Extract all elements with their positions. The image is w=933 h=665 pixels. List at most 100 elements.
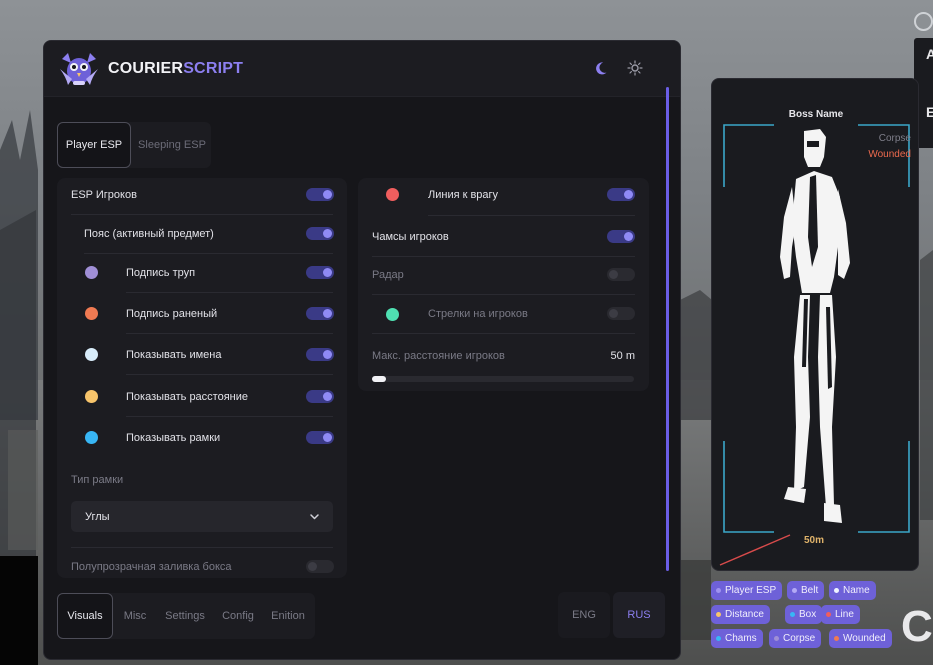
tab-sleeping-esp[interactable]: Sleeping ESP xyxy=(133,122,211,168)
wounded-tag: Wounded xyxy=(868,149,911,160)
slider-fill xyxy=(372,376,386,382)
chip-label: Corpse xyxy=(783,633,816,644)
chip-belt[interactable]: Belt xyxy=(787,581,825,600)
divider xyxy=(126,374,333,375)
divider xyxy=(126,292,333,293)
sun-icon[interactable] xyxy=(627,60,643,76)
frames-toggle[interactable] xyxy=(306,431,334,444)
brand-title: COURIERSCRIPT xyxy=(108,60,243,78)
frame-type-value: Углы xyxy=(85,510,110,523)
esp-players-toggle[interactable] xyxy=(306,188,334,201)
divider xyxy=(71,214,333,215)
frames-color-picker[interactable] xyxy=(85,431,98,444)
radar-label: Радар xyxy=(372,269,404,281)
max-distance-value: 50 m xyxy=(610,350,635,362)
chams-label: Чамсы игроков xyxy=(372,231,449,243)
chip-dot xyxy=(716,636,721,641)
max-distance-slider[interactable] xyxy=(372,376,634,382)
chip-label: Name xyxy=(843,585,870,596)
distance-color-picker[interactable] xyxy=(85,390,98,403)
chip-dot xyxy=(774,636,779,641)
arrows-toggle[interactable] xyxy=(607,307,635,320)
chip-dot xyxy=(834,588,839,593)
nav-enition[interactable]: Enition xyxy=(263,593,313,639)
chip-wounded[interactable]: Wounded xyxy=(829,629,892,648)
divider xyxy=(372,333,635,334)
chip-dot xyxy=(790,612,795,617)
nav-config[interactable]: Config xyxy=(215,593,261,639)
main-nav: Visuals Misc Settings Config Enition xyxy=(57,593,315,639)
chip-dot xyxy=(792,588,797,593)
chevron-down-icon xyxy=(310,514,319,520)
content-scrollbar[interactable] xyxy=(666,87,669,571)
lang-eng-button[interactable]: ENG xyxy=(558,592,610,638)
names-toggle[interactable] xyxy=(306,348,334,361)
owl-logo-icon xyxy=(60,53,98,85)
distance-label: Показывать расстояние xyxy=(126,391,249,403)
chams-toggle[interactable] xyxy=(607,230,635,243)
chip-dot xyxy=(834,636,839,641)
divider xyxy=(71,547,333,548)
chip-distance[interactable]: Distance xyxy=(711,605,770,624)
preview-distance: 50m xyxy=(804,535,825,546)
edge-letter-a: A xyxy=(926,46,933,62)
divider xyxy=(428,215,635,216)
nav-visuals[interactable]: Visuals xyxy=(57,593,113,639)
enemy-line-toggle[interactable] xyxy=(607,188,635,201)
chip-chams[interactable]: Chams xyxy=(711,629,763,648)
max-distance-label: Макс. расстояние игроков xyxy=(372,350,505,362)
brand-part-2: SCRIPT xyxy=(183,60,244,77)
chip-line[interactable]: Line xyxy=(821,605,860,624)
esp-tab-bar: Player ESP Sleeping ESP xyxy=(57,122,211,168)
esp-players-label: ESP Игроков xyxy=(71,189,137,201)
corpse-label: Подпись труп xyxy=(126,267,196,279)
chip-label: Player ESP xyxy=(725,585,777,596)
frame-type-label: Тип рамки xyxy=(71,474,124,486)
belt-label: Пояс (активный предмет) xyxy=(84,228,214,240)
distance-toggle[interactable] xyxy=(306,390,334,403)
lang-rus-button[interactable]: RUS xyxy=(613,592,665,638)
tab-player-esp[interactable]: Player ESP xyxy=(57,122,131,168)
belt-toggle[interactable] xyxy=(306,227,334,240)
wounded-label: Подпись раненый xyxy=(126,308,218,320)
esp-preview-panel: Boss Name Corpse Wounded 50m xyxy=(711,78,919,571)
nav-misc[interactable]: Misc xyxy=(115,593,155,639)
moon-icon[interactable] xyxy=(595,60,611,76)
chip-player-esp[interactable]: Player ESP xyxy=(711,581,783,600)
radar-toggle[interactable] xyxy=(607,268,635,281)
clock-icon xyxy=(914,12,933,31)
chip-label: Box xyxy=(799,609,817,620)
chip-dot xyxy=(716,588,721,593)
chip-dot xyxy=(716,612,721,617)
edge-letter-e: E xyxy=(926,104,933,120)
nav-settings[interactable]: Settings xyxy=(157,593,213,639)
chip-box[interactable]: Box xyxy=(785,605,823,624)
chip-corpse[interactable]: Corpse xyxy=(769,629,822,648)
divider xyxy=(372,294,635,295)
names-color-picker[interactable] xyxy=(85,348,98,361)
corpse-toggle[interactable] xyxy=(306,266,334,279)
corpse-color-picker[interactable] xyxy=(85,266,98,279)
chip-name[interactable]: Name xyxy=(829,581,876,600)
brand-part-1: COURIER xyxy=(108,60,184,77)
wounded-color-picker[interactable] xyxy=(85,307,98,320)
dark-corner xyxy=(0,556,38,665)
chip-label: Wounded xyxy=(843,633,886,644)
edge-big-letter: C xyxy=(901,602,933,651)
enemy-line-color-picker[interactable] xyxy=(386,188,399,201)
main-window: COURIERSCRIPT Player ESP Sleeping ESP ES… xyxy=(43,40,681,660)
frames-label: Показывать рамки xyxy=(126,432,221,444)
enemy-line-label: Линия к врагу xyxy=(428,189,499,201)
box-fill-toggle[interactable] xyxy=(306,560,334,573)
frame-type-select[interactable]: Углы xyxy=(71,501,333,532)
window-header: COURIERSCRIPT xyxy=(44,41,680,97)
chip-label: Distance xyxy=(725,609,764,620)
divider xyxy=(372,256,635,257)
divider xyxy=(126,333,333,334)
corpse-tag: Corpse xyxy=(878,133,911,144)
boss-name-label: Boss Name xyxy=(788,109,844,120)
arrows-color-picker[interactable] xyxy=(386,308,399,321)
chip-label: Belt xyxy=(801,585,819,596)
wounded-toggle[interactable] xyxy=(306,307,334,320)
divider xyxy=(84,253,333,254)
